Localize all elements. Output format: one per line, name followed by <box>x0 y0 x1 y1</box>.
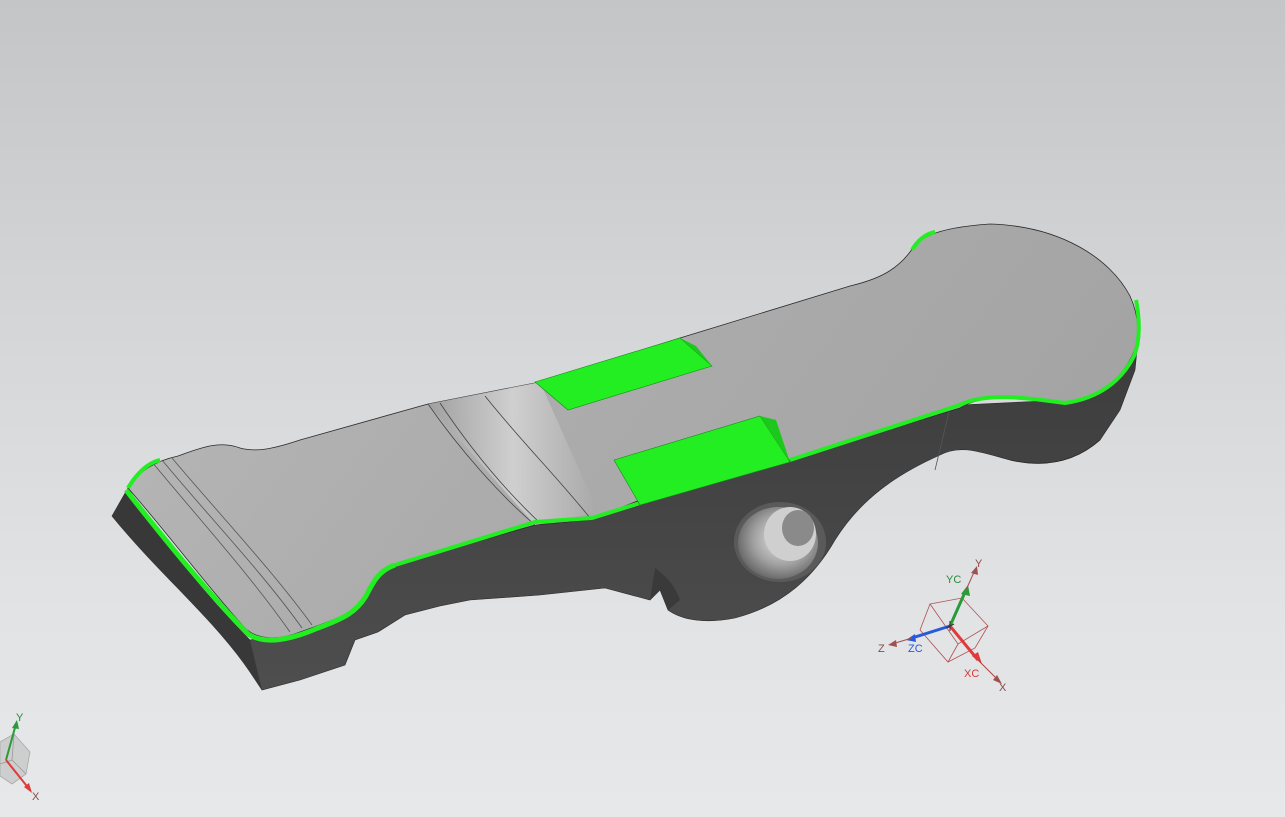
zc-label: ZC <box>908 643 923 655</box>
yc-label: YC <box>946 574 961 586</box>
z-arrow-icon <box>888 640 897 647</box>
view-triad[interactable]: Y X <box>0 712 40 803</box>
view-triad-cube <box>0 733 31 785</box>
through-hole[interactable] <box>734 502 826 582</box>
graphics-viewport[interactable]: YC Y ZC Z XC X Y X <box>0 0 1285 817</box>
y-label: Y <box>975 558 983 570</box>
x-label: X <box>999 682 1007 694</box>
work-csys[interactable]: YC Y ZC Z XC X <box>878 558 1007 694</box>
yc-arrow-icon <box>961 585 970 596</box>
z-label: Z <box>878 643 885 655</box>
xc-label: XC <box>964 668 979 680</box>
view-triad-x-label: X <box>32 791 40 803</box>
zc-axis <box>911 624 951 640</box>
part-body[interactable] <box>111 223 1141 691</box>
view-triad-y-label: Y <box>16 712 24 724</box>
yc-axis <box>948 589 968 627</box>
scene[interactable]: YC Y ZC Z XC X Y X <box>0 0 1285 817</box>
